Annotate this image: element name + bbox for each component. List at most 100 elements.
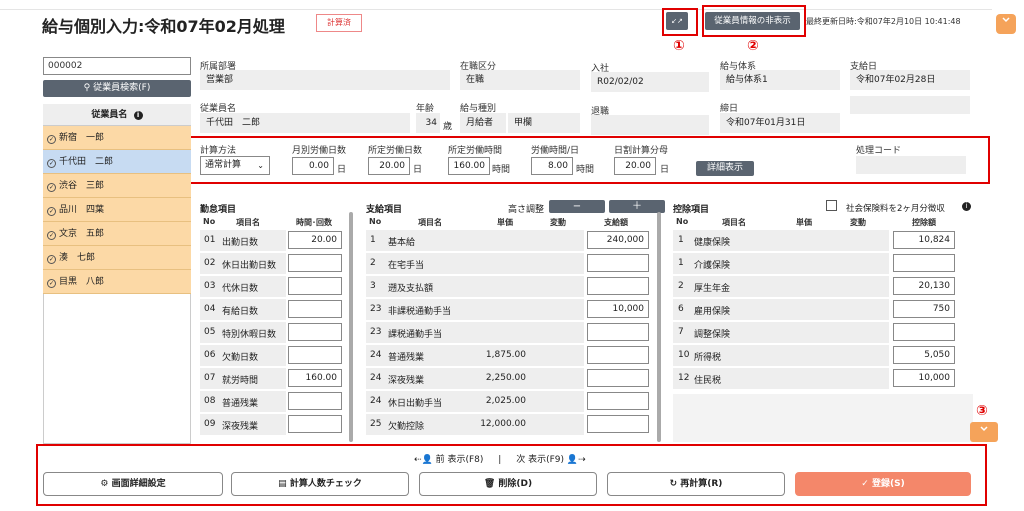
deduction-no: 1	[678, 235, 684, 245]
employee-name: 渋谷 三郎	[59, 181, 105, 191]
chevron-down-icon: ⌄	[257, 161, 264, 170]
deduction-amount-input[interactable]: 10,000	[893, 369, 955, 387]
deduction-amount-input[interactable]	[893, 254, 955, 272]
attendance-value-input[interactable]: 20.00	[288, 231, 342, 249]
prev-label: 前 表示(F8)	[435, 455, 484, 465]
attendance-header-value: 時間･回数	[296, 218, 332, 227]
method-select[interactable]: 通常計算 ⌄	[200, 156, 270, 175]
employee-name: 目黒 八郎	[59, 277, 105, 287]
payment-scrollbar[interactable]	[657, 212, 661, 442]
scroll-down-button[interactable]	[970, 422, 998, 442]
payment-unit: 2,025.00	[485, 396, 526, 406]
delete-button[interactable]: 🗑 削除(D)	[419, 472, 597, 496]
recalculate-button[interactable]: ↻ 再計算(R)	[607, 472, 785, 496]
scroll-top-button[interactable]	[996, 14, 1016, 34]
attendance-no: 06	[204, 350, 216, 360]
employee-list-item[interactable]: ✓ 湊 七郎	[43, 246, 191, 270]
check-circle-icon: ✓	[47, 159, 56, 168]
employee-name: 千代田 二郎	[59, 157, 114, 167]
social-insurance-checkbox[interactable]	[826, 200, 837, 211]
monthly-days-input[interactable]: 0.00	[292, 157, 334, 175]
deduction-no: 2	[678, 281, 684, 291]
deduction-header-amount: 控除額	[912, 218, 936, 227]
attendance-value-input[interactable]: 160.00	[288, 369, 342, 387]
page-title: 給与個別入力:令和07年02月処理	[42, 17, 285, 36]
attendance-no: 05	[204, 327, 216, 337]
attendance-value-input[interactable]	[288, 277, 342, 295]
join-value: R02/02/02	[591, 72, 709, 92]
detail-view-button[interactable]: 詳細表示	[696, 161, 754, 176]
payment-amount-input[interactable]	[587, 254, 649, 272]
payment-header-name: 項目名	[418, 218, 442, 227]
deduction-amount-input[interactable]: 20,130	[893, 277, 955, 295]
attendance-value-input[interactable]	[288, 415, 342, 433]
delete-label: 削除(D)	[498, 479, 533, 489]
employee-list-item[interactable]: ✓ 品川 四葉	[43, 198, 191, 222]
employee-code-input[interactable]: 000002	[43, 57, 191, 75]
attendance-value-input[interactable]	[288, 392, 342, 410]
fixed-hours-label: 所定労働時間	[448, 146, 503, 156]
payment-amount-input[interactable]	[587, 369, 649, 387]
chevron-down-icon	[1002, 17, 1010, 23]
employee-list-item[interactable]: ✓ 目黒 八郎	[43, 270, 191, 294]
paytype-value: 月給者	[460, 113, 506, 133]
payment-amount-input[interactable]	[587, 392, 649, 410]
deduction-amount-input[interactable]: 10,824	[893, 231, 955, 249]
attendance-no: 04	[204, 304, 216, 314]
daily-hours-input[interactable]: 8.00	[531, 157, 573, 175]
payment-name: 欠勤控除	[388, 422, 425, 432]
daily-hours-label: 労働時間/日	[531, 146, 580, 156]
age-unit: 歳	[443, 122, 453, 132]
employee-list-item[interactable]: ✓ 文京 五郎	[43, 222, 191, 246]
payment-amount-input[interactable]	[587, 277, 649, 295]
daily-div-input[interactable]: 20.00	[614, 157, 656, 175]
payment-amount-input[interactable]: 10,000	[587, 300, 649, 318]
deduction-amount-input[interactable]: 5,050	[893, 346, 955, 364]
attendance-value-input[interactable]	[288, 346, 342, 364]
day-unit-2: 日	[413, 165, 423, 175]
proc-code-value	[856, 156, 966, 174]
deduction-name: 調整保険	[694, 330, 731, 340]
method-select-value: 通常計算	[205, 160, 242, 170]
payment-amount-input[interactable]	[587, 323, 649, 341]
payment-amount-input[interactable]: 240,000	[587, 231, 649, 249]
deduction-amount-input[interactable]	[893, 323, 955, 341]
info-icon: i	[133, 111, 143, 120]
attendance-value-input[interactable]	[288, 300, 342, 318]
attendance-no: 07	[204, 373, 216, 383]
payment-no: 24	[370, 396, 382, 406]
attendance-scrollbar[interactable]	[349, 212, 353, 442]
payment-amount-input[interactable]	[587, 346, 649, 364]
prev-employee-button[interactable]: ⇠👤 前 表示(F8)	[414, 455, 483, 465]
employee-list-item[interactable]: ✓ 千代田 二郎	[43, 150, 191, 174]
fixed-hours-input[interactable]: 160.00	[448, 157, 490, 175]
height-decrease-button[interactable]: −	[549, 200, 605, 213]
employee-name: 新宿 一郎	[59, 133, 105, 143]
attendance-value-input[interactable]	[288, 254, 342, 272]
count-check-button[interactable]: ▤ 計算人数チェック	[231, 472, 409, 496]
attendance-value-input[interactable]	[288, 323, 342, 341]
refresh-icon: ↻	[669, 479, 681, 489]
payment-unit: 1,875.00	[485, 350, 526, 360]
fixed-days-input[interactable]: 20.00	[368, 157, 410, 175]
close-value: 令和07年01月31日	[720, 113, 840, 133]
deduction-no: 7	[678, 327, 684, 337]
employee-list-item[interactable]: ✓ 渋谷 三郎	[43, 174, 191, 198]
deduction-amount-input[interactable]: 750	[893, 300, 955, 318]
screen-settings-label: 画面詳細設定	[111, 479, 166, 489]
payment-amount-input[interactable]	[587, 415, 649, 433]
employee-name: 品川 四葉	[59, 205, 105, 215]
payment-name: 課税通勤手当	[388, 330, 443, 340]
payment-header-variable: 変動	[550, 218, 566, 227]
employee-search-button[interactable]: ⚲ 従業員検索(F)	[43, 80, 191, 97]
employee-name: 湊 七郎	[59, 253, 96, 263]
last-updated: 最終更新日時:令和07年2月10日 10:41:48	[806, 17, 961, 26]
height-increase-button[interactable]: ＋	[609, 200, 665, 213]
employee-list-item[interactable]: ✓ 新宿 一郎	[43, 126, 191, 150]
payment-no: 24	[370, 350, 382, 360]
day-unit-1: 日	[337, 165, 347, 175]
payment-no: 25	[370, 419, 382, 429]
screen-settings-button[interactable]: ⚙ 画面詳細設定	[43, 472, 223, 496]
register-button[interactable]: ✓ 登録(S)	[795, 472, 971, 496]
next-employee-button[interactable]: 次 表示(F9) 👤⇢	[516, 455, 585, 465]
